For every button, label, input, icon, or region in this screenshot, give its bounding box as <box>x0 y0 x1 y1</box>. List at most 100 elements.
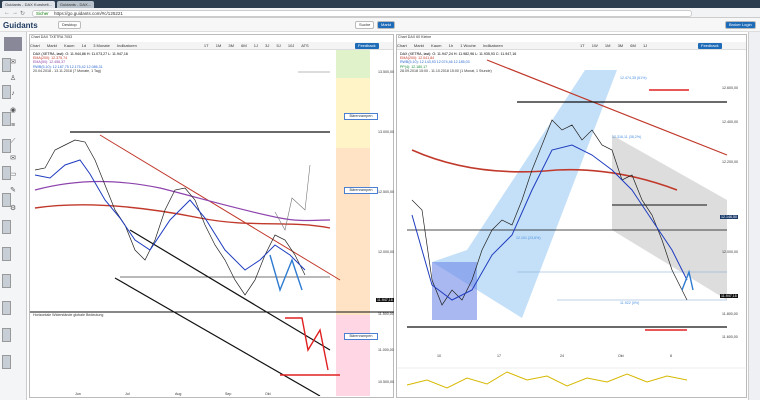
period-5j[interactable]: 5J <box>277 43 281 48</box>
left-panel-title: Chart DAX TXETRA 7053 <box>31 35 73 39</box>
widget-thumb[interactable] <box>2 220 11 234</box>
widget-thumb[interactable] <box>2 247 11 261</box>
price-label: 11.600,00 <box>722 335 738 339</box>
x-label: 10 <box>437 354 441 358</box>
period-1w[interactable]: 1W <box>592 43 598 48</box>
forward-icon[interactable]: → <box>12 10 18 16</box>
right-panel-title: Chart DAX 60 Kleine <box>398 35 432 39</box>
widget-thumb[interactable] <box>2 274 11 288</box>
zone-green <box>336 50 370 78</box>
period-10j[interactable]: 10J <box>288 43 294 48</box>
price-label: 12.000,00 <box>378 250 394 254</box>
reload-icon[interactable]: ↻ <box>20 10 25 17</box>
address-input[interactable]: Sicher https://go.guidants.com/#c/125221 <box>32 10 692 17</box>
support-note: Horizontale Widerstände globale Bedeutun… <box>33 313 104 317</box>
current-price-tag: 11.947,16 <box>720 294 738 298</box>
fib-label: 12.474,35 (61%) <box>620 76 647 80</box>
tool-kaum[interactable]: Kaum <box>64 43 74 48</box>
broker-login-button[interactable]: Broker Login <box>725 21 756 29</box>
x-label: 17 <box>497 354 501 358</box>
back-icon[interactable]: ← <box>4 10 10 16</box>
price-label: 13.000,00 <box>378 130 394 134</box>
x-label: Sep <box>225 392 232 396</box>
period-6m[interactable]: 6M <box>630 43 636 48</box>
widget-thumb[interactable] <box>2 328 11 342</box>
widget-thumb[interactable] <box>2 139 11 153</box>
x-label: Aug <box>175 392 182 396</box>
grey-channel <box>612 135 727 300</box>
period-1t[interactable]: 1T <box>204 43 209 48</box>
left-chart-canvas[interactable] <box>30 50 394 396</box>
tool-interval[interactable]: 1d <box>82 43 86 48</box>
price-label: 12.200,00 <box>722 160 738 164</box>
right-chart-canvas[interactable] <box>397 50 747 396</box>
tool-indicators[interactable]: Indikatoren <box>483 43 503 48</box>
x-label: 8 <box>670 354 672 358</box>
x-label: Jun <box>75 392 81 396</box>
zone-orange <box>336 148 370 318</box>
widget-thumb[interactable] <box>2 85 11 99</box>
tool-range[interactable]: 1 Woche <box>460 43 476 48</box>
left-feedback-button[interactable]: Feedback <box>355 43 379 49</box>
zone-pink <box>336 315 370 396</box>
search-button[interactable]: Suche <box>355 21 375 29</box>
period-1m[interactable]: 1M <box>605 43 611 48</box>
tool-range[interactable]: 3 Monate <box>93 43 110 48</box>
price-label: 12.500,00 <box>378 190 394 194</box>
zone-label: Bärenrampen <box>344 113 378 120</box>
period-ats[interactable]: ATS <box>301 43 308 48</box>
fib-label: 12.316,11 (38,2%) <box>612 135 642 139</box>
browser-tab[interactable]: Guidants - DAX... <box>56 1 95 8</box>
x-label: Okt <box>618 354 624 358</box>
x-label: 24 <box>560 354 564 358</box>
desktop-button[interactable]: Desktop <box>58 21 81 29</box>
market-button[interactable]: Markt <box>377 21 395 29</box>
price-label: 12.400,00 <box>722 120 738 124</box>
widget-thumb[interactable] <box>2 166 11 180</box>
period-1m[interactable]: 1M <box>216 43 222 48</box>
widget-thumb[interactable] <box>2 355 11 369</box>
period-6m[interactable]: 6M <box>241 43 247 48</box>
zone-label: Bärenrampen <box>344 333 378 340</box>
tool-kaum[interactable]: Kaum <box>431 43 441 48</box>
price-label: 11.500,00 <box>378 312 394 316</box>
right-widget-strip <box>748 32 760 400</box>
period-1t[interactable]: 1T <box>580 43 585 48</box>
price-label: 11.000,00 <box>378 348 394 352</box>
price-tag: 12.146,50 <box>720 215 738 219</box>
secure-label: Sicher <box>36 11 49 16</box>
tab-strip: Guidants - DAX Kurshelt... Guidants - DA… <box>0 0 760 8</box>
period-1j[interactable]: 1J <box>643 43 647 48</box>
widget-thumb[interactable] <box>2 301 11 315</box>
avatar[interactable] <box>4 37 22 51</box>
fib-label: 12.101 (23,6%) <box>516 236 541 240</box>
widget-thumb[interactable] <box>2 58 11 72</box>
user-icon[interactable]: ♙ <box>6 74 20 84</box>
price-label: 12.000,00 <box>722 250 738 254</box>
period-3m[interactable]: 3M <box>228 43 234 48</box>
widget-thumb[interactable] <box>2 193 11 207</box>
tool-chart[interactable]: Chart <box>30 43 40 48</box>
price-label: 12.600,00 <box>722 86 738 90</box>
price-label: 13.500,00 <box>378 70 394 74</box>
x-label: Jul <box>125 392 130 396</box>
url-text: https://go.guidants.com/#c/125221 <box>54 11 123 16</box>
price-label: 11.800,00 <box>722 312 738 316</box>
right-feedback-button[interactable]: Feedback <box>698 43 722 49</box>
tool-chart[interactable]: Chart <box>397 43 407 48</box>
left-chart-toolbar: Chart Markt Kaum 1d 3 Monate Indikatoren… <box>30 42 393 50</box>
widget-thumb[interactable] <box>2 112 11 126</box>
tool-markt[interactable]: Markt <box>47 43 57 48</box>
price-label: 10.500,00 <box>378 380 394 384</box>
period-1j[interactable]: 1J <box>254 43 258 48</box>
zone-label: Bärenrampen <box>344 187 378 194</box>
browser-tab[interactable]: Guidants - DAX Kurshelt... <box>2 1 55 8</box>
right-chart-toolbar: Chart Markt Kaum 1h 1 Woche Indikatoren … <box>397 42 746 50</box>
period-3m[interactable]: 3M <box>618 43 624 48</box>
tool-interval[interactable]: 1h <box>449 43 453 48</box>
tool-indicators[interactable]: Indikatoren <box>117 43 137 48</box>
period-3j[interactable]: 3J <box>265 43 269 48</box>
tool-markt[interactable]: Markt <box>414 43 424 48</box>
app-logo: Guidants <box>3 21 38 30</box>
mail-icon[interactable]: ✉ <box>6 154 20 164</box>
